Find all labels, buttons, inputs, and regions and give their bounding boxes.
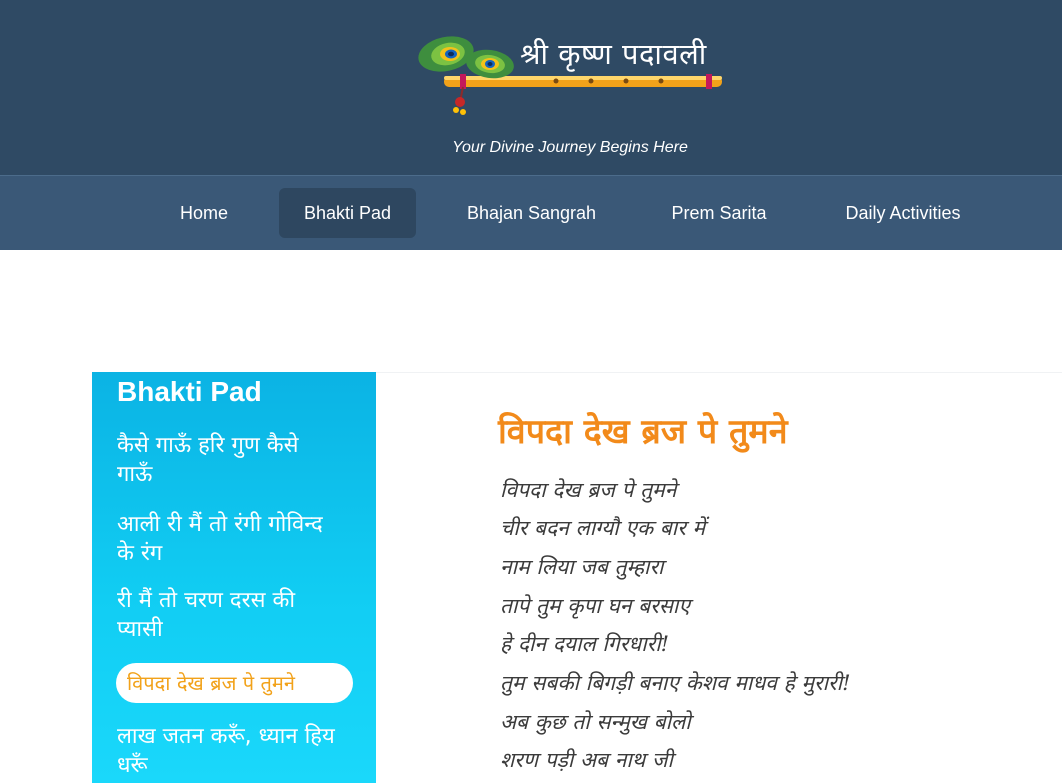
nav-item-bhajan-sangrah[interactable]: Bhajan Sangrah — [446, 188, 617, 238]
nav-item-bhakti-pad[interactable]: Bhakti Pad — [279, 188, 416, 238]
verse-line: तापे तुम कृपा घन बरसाए — [500, 594, 690, 618]
site-title: श्री कृष्ण पदावली — [520, 37, 707, 71]
site-header: श्री कृष्ण पदावली Your Divine Journey Be… — [0, 0, 1062, 175]
site-logo[interactable]: श्री कृष्ण पदावली — [416, 28, 728, 122]
main-content: विपदा देख ब्रज पे तुमने विपदा देख ब्रज प… — [376, 372, 1062, 783]
nav-item-daily-activities[interactable]: Daily Activities — [821, 188, 985, 238]
sidebar-item-ri-main[interactable]: री मैं तो चरण दरस की प्यासी — [117, 586, 339, 644]
verse-line: हे दीन दयाल गिरधारी! — [500, 632, 670, 656]
sidebar: Bhakti Pad कैसे गाऊँ हरि गुण कैसे गाऊँ आ… — [92, 372, 376, 783]
verse-line: अब कुछ तो सन्मुख बोलो — [500, 710, 691, 734]
site-tagline: Your Divine Journey Begins Here — [452, 139, 688, 156]
verse-line: चीर बदन लाग्यौ एक बार में — [500, 516, 706, 540]
sidebar-item-aali-ri[interactable]: आली री मैं तो रंगी गोविन्द के रंग — [117, 510, 339, 568]
verse-line: विपदा देख ब्रज पे तुमने — [500, 478, 677, 502]
pad-title: विपदा देख ब्रज पे तुमने — [498, 412, 788, 452]
sidebar-item-kaise-gaun[interactable]: कैसे गाऊँ हरि गुण कैसे गाऊँ — [117, 431, 339, 489]
main-nav: Home Bhakti Pad Bhajan Sangrah Prem Sari… — [0, 175, 1062, 250]
verse-line: तुम सबकी बिगड़ी बनाए केशव माधव हे मुरारी… — [500, 671, 851, 695]
nav-item-home[interactable]: Home — [160, 188, 248, 238]
sidebar-item-vipada-dekh[interactable]: विपदा देख ब्रज पे तुमने — [116, 663, 353, 703]
verse-line: शरण पड़ी अब नाथ जी — [500, 748, 673, 772]
sidebar-title: Bhakti Pad — [117, 376, 262, 407]
verse-line: नाम लिया जब तुम्हारा — [500, 555, 664, 579]
sidebar-item-laakh-jatan[interactable]: लाख जतन करूँ, ध्यान हिय धरूँ — [117, 722, 339, 780]
nav-item-prem-sarita[interactable]: Prem Sarita — [651, 188, 787, 238]
